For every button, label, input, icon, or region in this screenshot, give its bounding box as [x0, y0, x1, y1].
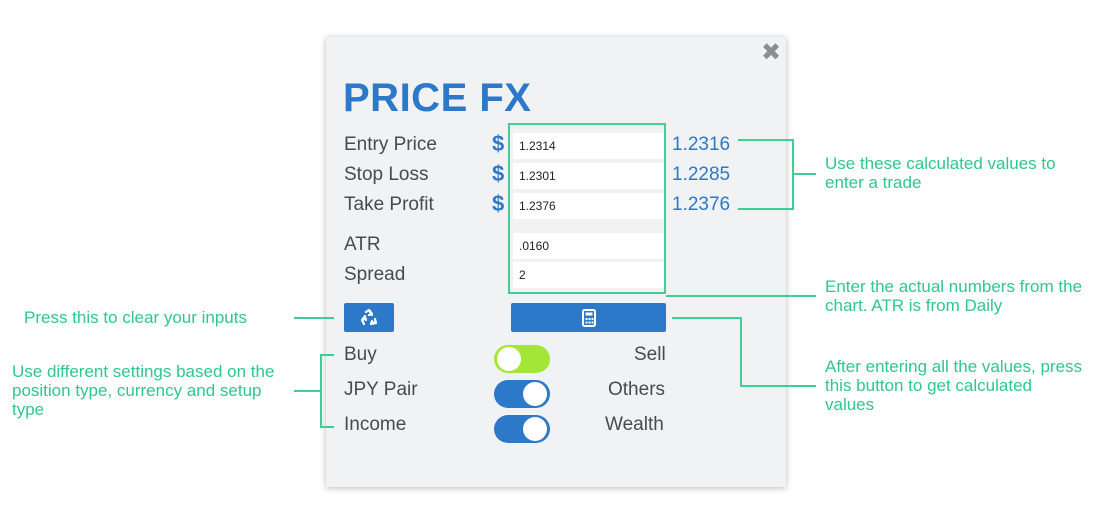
annotation-line — [320, 426, 334, 428]
dollar-icon: $ — [492, 131, 505, 156]
spread-label: Spread — [344, 264, 406, 285]
annotation-settings: Use different settings based on the posi… — [12, 362, 275, 419]
annotation-clear: Press this to clear your inputs — [24, 308, 247, 327]
dollar-icon: $ — [492, 161, 505, 186]
annotation-line — [740, 317, 742, 387]
toggle-wealth-label: Wealth — [605, 414, 664, 435]
stop-loss-label: Stop Loss — [344, 164, 429, 185]
annotation-calculated-values: Use these calculated values to enter a t… — [825, 154, 1056, 192]
dollar-icon: $ — [492, 191, 505, 216]
annotation-calculate-button: After entering all the values, press thi… — [825, 357, 1083, 414]
entry-price-label: Entry Price — [344, 134, 437, 155]
toggle-sell-label: Sell — [634, 344, 666, 365]
annotation-line — [294, 317, 334, 319]
annotation-line — [792, 173, 816, 175]
toggle-jpy-label: JPY Pair — [344, 379, 418, 400]
atr-label: ATR — [344, 234, 381, 255]
stop-loss-input[interactable] — [513, 163, 664, 189]
toggle-others-label: Others — [608, 379, 666, 400]
buy-sell-toggle[interactable] — [494, 345, 550, 373]
annotation-line — [738, 208, 794, 210]
pair-type-toggle[interactable] — [494, 380, 550, 408]
app-title: PRICE FX — [343, 76, 532, 120]
entry-price-calculated: 1.2316 — [672, 134, 731, 155]
atr-input[interactable] — [513, 233, 664, 259]
annotation-line — [672, 317, 742, 319]
take-profit-input[interactable] — [513, 193, 664, 219]
stop-loss-calculated: 1.2285 — [672, 164, 731, 185]
calculator-icon — [581, 308, 596, 327]
calculate-button[interactable] — [511, 303, 666, 332]
close-icon[interactable]: ✖ — [760, 41, 782, 65]
annotation-line — [666, 295, 816, 297]
annotation-inputs: Enter the actual numbers from the chart.… — [825, 277, 1083, 315]
recycle-icon — [360, 308, 378, 325]
take-profit-calculated: 1.2376 — [672, 194, 731, 215]
toggle-buy-label: Buy — [344, 344, 377, 365]
annotation-line — [320, 354, 334, 356]
annotation-line — [294, 390, 322, 392]
setup-type-toggle[interactable] — [494, 415, 550, 443]
entry-price-input[interactable] — [513, 133, 664, 159]
clear-button[interactable] — [344, 303, 394, 332]
annotation-line — [740, 385, 816, 387]
take-profit-label: Take Profit — [344, 194, 434, 215]
spread-input[interactable] — [513, 262, 664, 288]
annotation-line — [738, 139, 794, 141]
toggle-income-label: Income — [344, 414, 407, 435]
